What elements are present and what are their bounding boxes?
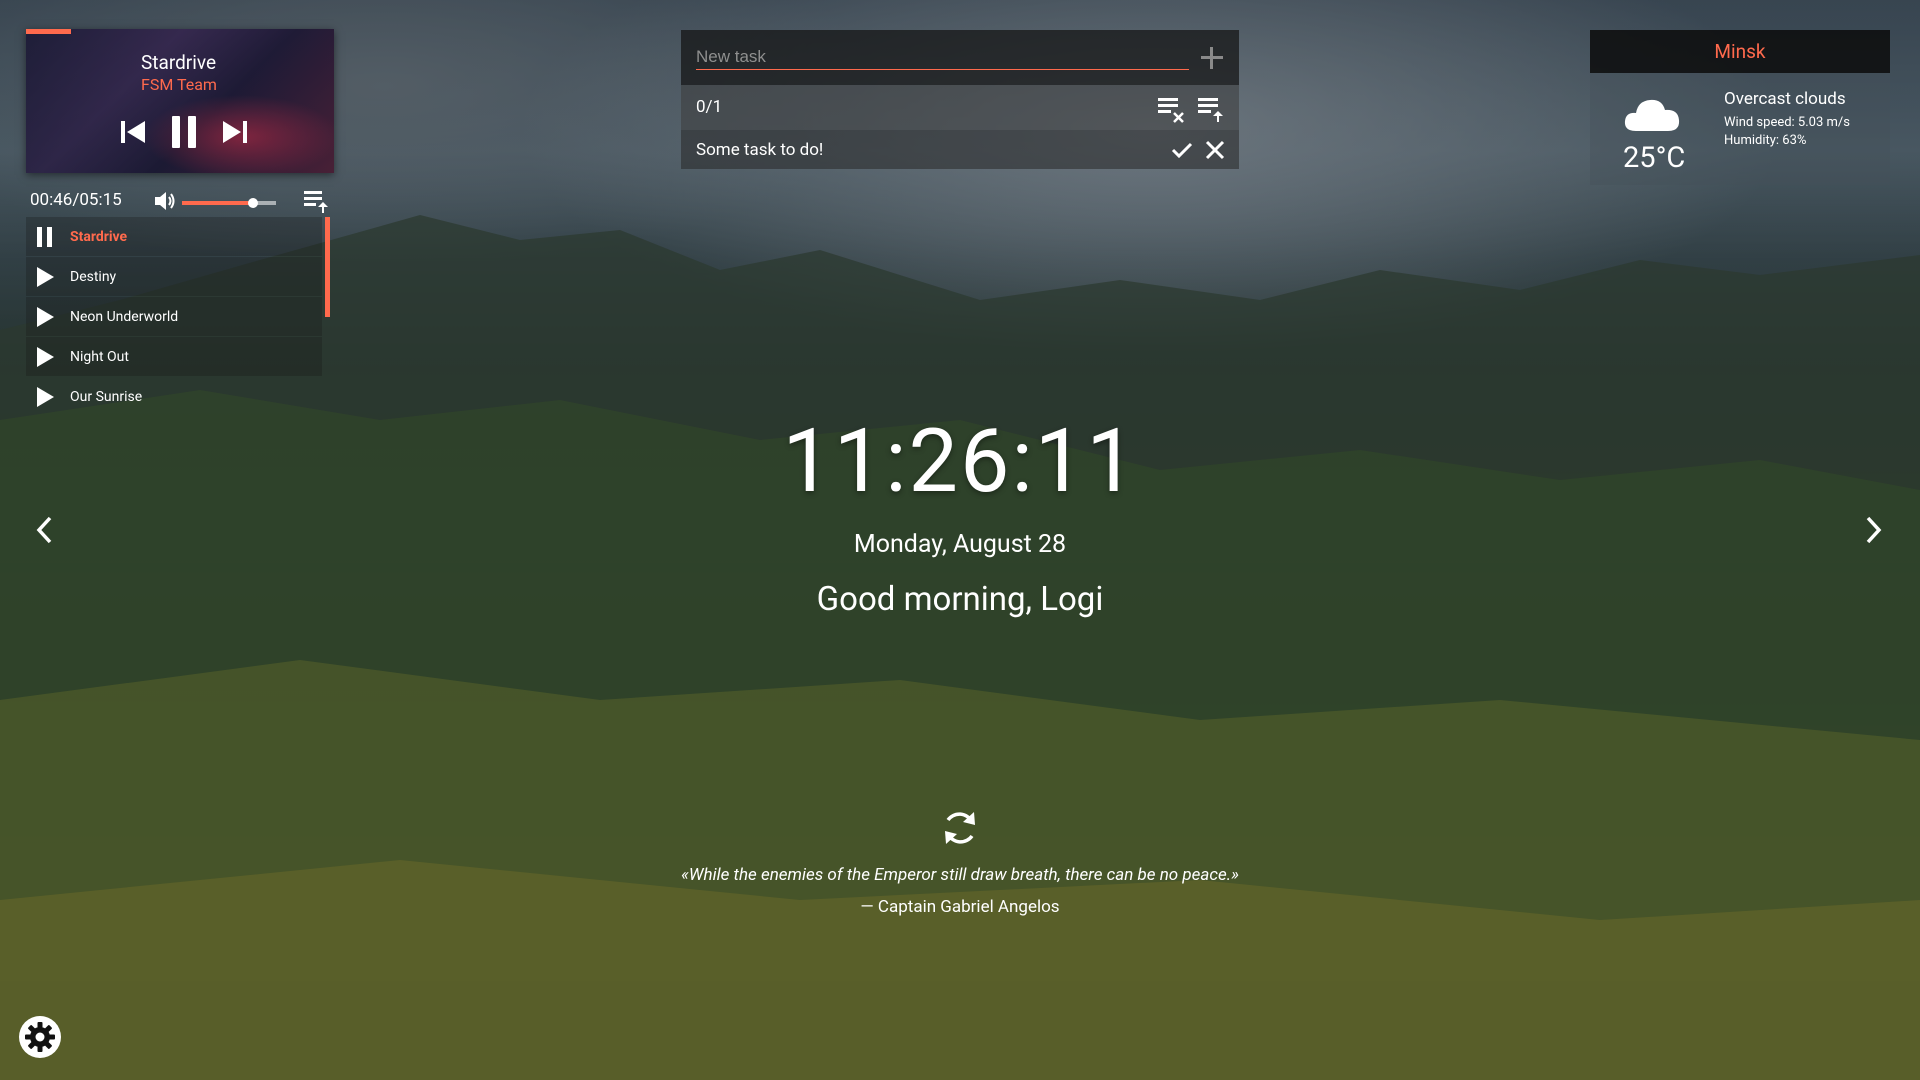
todo-item[interactable]: Some task to do! [681, 130, 1239, 169]
todo-widget: 0/1 Some task to do! [681, 30, 1239, 169]
new-task-input[interactable] [696, 44, 1189, 70]
weather-temperature: 25°C [1623, 141, 1686, 175]
weather-description: Overcast clouds [1724, 89, 1846, 109]
music-player: Stardrive FSM Team 00:46/05:15 Stardrive… [26, 29, 334, 407]
greeting[interactable]: Good morning, Logi [0, 580, 1920, 619]
volume-slider[interactable] [182, 198, 276, 208]
playlist-item-label: Stardrive [70, 228, 128, 245]
playlist-item-label: Our Sunrise [70, 388, 143, 405]
playlist-scrollbar[interactable] [325, 217, 330, 317]
clock: 11:26:11 [782, 410, 1138, 513]
playlist-item[interactable]: Destiny [26, 257, 322, 296]
playlist-item[interactable]: Stardrive [26, 217, 322, 256]
sort-tasks-icon[interactable] [1197, 95, 1225, 123]
quote-text: «While the enemies of the Emperor still … [681, 865, 1239, 885]
play-icon[interactable] [28, 257, 62, 296]
weather-widget: Minsk 25°C Overcast clouds Wind speed: 5… [1590, 30, 1890, 185]
player-status-row: 00:46/05:15 [26, 184, 334, 214]
weather-city[interactable]: Minsk [1590, 30, 1890, 73]
volume-icon[interactable] [153, 190, 177, 212]
previous-track-icon[interactable] [119, 119, 147, 145]
player-controls [119, 115, 249, 149]
next-track-icon[interactable] [221, 119, 249, 145]
chevron-left-icon[interactable] [32, 515, 58, 545]
play-icon[interactable] [28, 297, 62, 336]
chevron-right-icon[interactable] [1860, 515, 1886, 545]
weather-wind: Wind speed: 5.03 m/s [1724, 115, 1850, 130]
weather-humidity: Humidity: 63% [1724, 133, 1807, 148]
playlist-item[interactable]: Neon Underworld [26, 297, 322, 336]
track-progress-bar[interactable] [26, 29, 71, 34]
quote-author: — Captain Gabriel Angelos [860, 897, 1060, 917]
gear-icon [25, 1022, 55, 1052]
play-icon[interactable] [28, 337, 62, 376]
clear-tasks-icon[interactable] [1157, 95, 1185, 123]
playlist-item-label: Night Out [70, 348, 129, 365]
volume-slider-knob[interactable] [247, 198, 258, 208]
player-card: Stardrive FSM Team [26, 29, 334, 173]
add-task-icon[interactable] [1199, 45, 1225, 71]
playlist: Stardrive Destiny Neon Underworld Night … [26, 217, 330, 417]
refresh-quote-icon[interactable] [940, 808, 980, 848]
settings-button[interactable] [19, 1016, 61, 1058]
todo-item-text: Some task to do! [696, 140, 824, 160]
task-counter: 0/1 [696, 97, 723, 117]
close-icon[interactable] [1204, 139, 1226, 161]
check-icon[interactable] [1171, 139, 1193, 161]
todo-stats-row: 0/1 [681, 85, 1239, 130]
date: Monday, August 28 [853, 530, 1067, 559]
cloud-icon [1624, 99, 1680, 131]
track-title: Stardrive [141, 51, 217, 74]
weather-body: 25°C Overcast clouds Wind speed: 5.03 m/… [1590, 73, 1890, 185]
volume-slider-fill [182, 201, 253, 205]
pause-icon[interactable] [169, 115, 199, 149]
playlist-item-label: Destiny [70, 268, 117, 285]
todo-input-row [681, 30, 1239, 85]
track-artist: FSM Team [141, 75, 217, 94]
track-time: 00:46/05:15 [30, 190, 122, 210]
playlist-item[interactable]: Night Out [26, 337, 322, 376]
pause-icon[interactable] [28, 217, 62, 256]
playlist-item-label: Neon Underworld [70, 308, 179, 325]
playlist-toggle-icon[interactable] [303, 188, 329, 214]
